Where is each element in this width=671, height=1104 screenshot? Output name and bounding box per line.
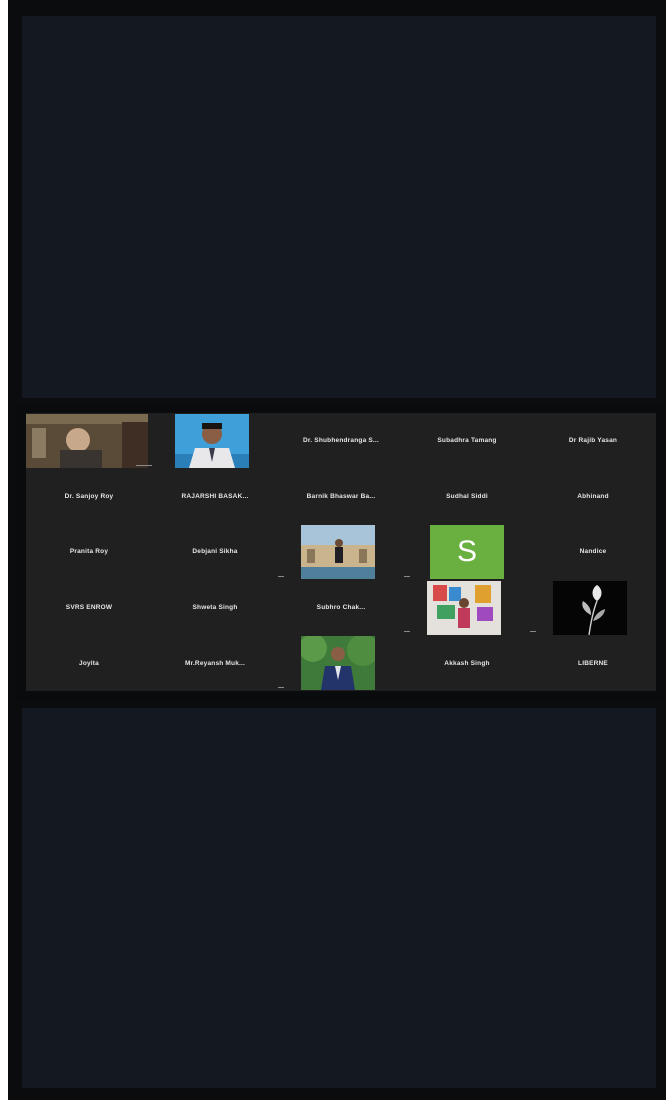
participant-name: Dr. Shubhendranga S... <box>303 437 379 445</box>
participant-gallery: Dr. Shubhendranga S... Subadhra Tamang D… <box>26 413 656 691</box>
tile-divider <box>404 631 410 633</box>
participant-tile[interactable] <box>530 580 656 636</box>
participant-tile[interactable]: Dr Rajib Yasan <box>530 413 656 469</box>
participant-photo <box>175 414 249 468</box>
participant-tile[interactable] <box>278 524 404 580</box>
participant-tile[interactable] <box>152 413 278 469</box>
participant-name: Subadhra Tamang <box>437 437 497 445</box>
participant-name: SVRS ENROW <box>65 604 113 612</box>
participant-video-thumbnail <box>26 414 148 468</box>
participant-name: Akkash Singh <box>444 659 490 667</box>
participant-tile[interactable]: Sudhal Siddi <box>404 469 530 525</box>
video-panel-top <box>22 16 656 398</box>
tile-divider <box>136 464 152 466</box>
participant-avatar: S <box>430 524 504 579</box>
participant-tile[interactable]: S <box>404 524 530 580</box>
participant-name: Pranita Roy <box>69 548 109 556</box>
participant-photo <box>301 636 375 691</box>
participant-name: Subhro Chak... <box>316 604 366 612</box>
participant-tile[interactable]: Subhro Chak... <box>278 580 404 636</box>
participant-tile[interactable]: Subadhra Tamang <box>404 413 530 469</box>
participant-name: Barnik Bhaswar Ba... <box>306 492 376 500</box>
participant-tile[interactable]: RAJARSHI BASAK... <box>152 469 278 525</box>
participant-name: Nandice <box>579 548 607 556</box>
participant-tile[interactable]: Debjani Sikha <box>152 524 278 580</box>
participant-name: LIBERNE <box>578 659 608 667</box>
participant-name: Mr.Reyansh Muk... <box>184 659 246 667</box>
participant-photo <box>553 580 627 635</box>
participant-name: Joyita <box>79 659 99 667</box>
participant-name: Dr. Sanjoy Roy <box>64 492 114 500</box>
participant-tile[interactable]: Mr.Reyansh Muk... <box>152 635 278 691</box>
participant-tile[interactable] <box>404 580 530 636</box>
participant-name: Debjani Sikha <box>192 548 238 556</box>
participant-name: Dr Rajib Yasan <box>568 437 618 445</box>
tile-divider <box>278 575 284 577</box>
tile-divider <box>278 686 284 688</box>
participant-tile[interactable]: Barnik Bhaswar Ba... <box>278 469 404 525</box>
participant-name: Sudhal Siddi <box>446 492 488 500</box>
participant-tile[interactable] <box>278 635 404 691</box>
tile-divider <box>404 575 410 577</box>
participant-tile[interactable]: Shweta Singh <box>152 580 278 636</box>
participant-tile[interactable]: LIBERNE <box>530 635 656 691</box>
participant-name: RAJARSHI BASAK... <box>181 492 249 500</box>
participant-photo <box>427 580 501 635</box>
participant-tile[interactable]: Dr. Shubhendranga S... <box>278 413 404 469</box>
participant-tile[interactable]: Akkash Singh <box>404 635 530 691</box>
participant-tile[interactable]: Nandice <box>530 524 656 580</box>
participant-tile[interactable]: Pranita Roy <box>26 524 152 580</box>
participant-name: Abhinand <box>577 492 609 500</box>
participant-tile[interactable]: SVRS ENROW <box>26 580 152 636</box>
participant-name: Shweta Singh <box>192 604 238 612</box>
participant-tile[interactable]: Joyita <box>26 635 152 691</box>
participant-tile[interactable] <box>26 413 152 469</box>
participant-photo <box>301 525 375 580</box>
tile-divider <box>530 631 536 633</box>
video-panel-bottom <box>22 708 656 1088</box>
participant-tile[interactable]: Dr. Sanjoy Roy <box>26 469 152 525</box>
participant-tile[interactable]: Abhinand <box>530 469 656 525</box>
